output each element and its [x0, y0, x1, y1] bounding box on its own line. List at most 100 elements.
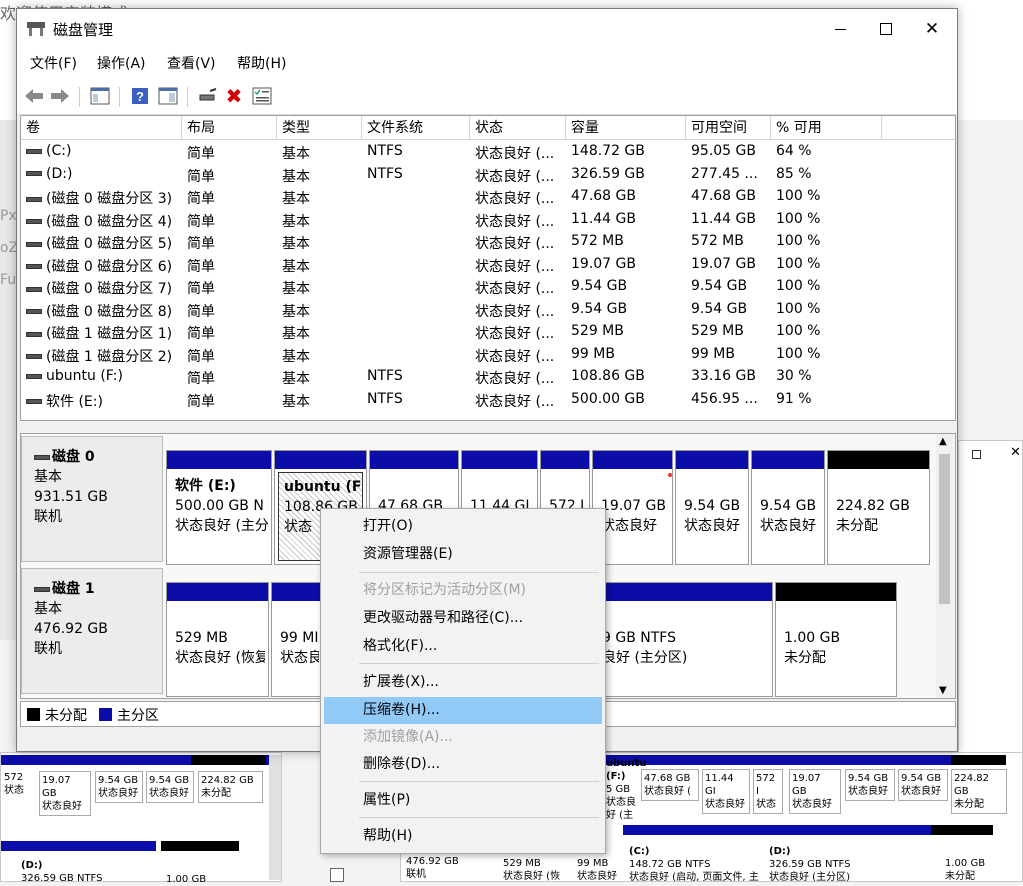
volume-drive-icon — [26, 399, 42, 404]
volume-name-cell: (磁盘 0 磁盘分区 5) — [26, 233, 181, 253]
context-menu-item[interactable]: 删除卷(D)... — [324, 751, 602, 778]
background-part: 99 MB 状态良好 — [577, 858, 617, 882]
table-row[interactable]: (磁盘 1 磁盘分区 2) 简单 基本 状态良好 (... 99 MB 99 MB 100 … — [21, 344, 955, 367]
volume-name-cell: (磁盘 0 磁盘分区 6) — [26, 256, 181, 276]
disk-0-size: 931.51 GB — [34, 489, 108, 505]
partition-line2: 状态良好 — [760, 518, 816, 534]
volume-drive-icon — [26, 148, 42, 154]
disk-1-partition[interactable]: 1.00 GB 未分配 — [775, 582, 897, 697]
background-part: 224.82 GB 未分配 — [951, 769, 1007, 814]
volume-type: 基本 — [282, 303, 310, 320]
graph-vertical-scrollbar[interactable]: ▲ ▼ — [936, 434, 953, 698]
svg-text:?: ? — [136, 89, 144, 104]
background-window-left — [0, 120, 17, 640]
background-part: (D:) 326.59 GB NTFS 状态良好 (主分区) — [769, 846, 851, 883]
back-button[interactable] — [23, 85, 45, 107]
table-row[interactable]: 软件 (E:) 简单 基本 NTFS 状态良好 (... 500.00 GB 456.95 … — [21, 389, 955, 412]
table-row[interactable]: (磁盘 0 磁盘分区 6) 简单 基本 状态良好 (... 19.07 GB 19.07 … — [21, 254, 955, 277]
primary-partition-bar — [541, 451, 589, 469]
volume-percent-free: 30 % — [776, 368, 812, 384]
volume-free-space: 47.68 GB — [691, 188, 756, 204]
column-header-volume[interactable]: 卷 — [21, 116, 182, 140]
volume-filesystem: NTFS — [367, 143, 403, 159]
column-header-free-space[interactable]: 可用空间 — [686, 116, 771, 140]
properties-button[interactable] — [251, 85, 273, 107]
volume-layout: 简单 — [187, 281, 215, 297]
scroll-down-arrow-icon[interactable]: ▼ — [939, 685, 947, 696]
volume-list: 卷 布局 类型 文件系统 状态 容量 可用空间 % 可用 (C:) 简单 基本 NTF… — [20, 115, 956, 421]
disk-0-partition[interactable]: 9.54 GB 状态良好 — [675, 450, 749, 565]
table-row[interactable]: (D:) 简单 基本 NTFS 状态良好 (... 326.59 GB 277.45 ...… — [21, 164, 955, 187]
table-row[interactable]: ubuntu (F:) 简单 基本 NTFS 状态良好 (... 108.86 GB 33.… — [21, 366, 955, 389]
background-part: 1.00 GB 未分配 — [945, 858, 986, 882]
column-header-type[interactable]: 类型 — [277, 116, 362, 140]
forward-button[interactable] — [49, 85, 71, 107]
scroll-up-arrow-icon[interactable]: ▲ — [939, 436, 947, 447]
disk-0-partition[interactable]: 224.82 GB 未分配 — [827, 450, 930, 565]
table-row[interactable]: (磁盘 0 磁盘分区 7) 简单 基本 状态良好 (... 9.54 GB 9.54 GB… — [21, 276, 955, 299]
connect-disk-button[interactable] — [197, 85, 219, 107]
title-bar[interactable]: 磁盘管理 ✕ — [17, 9, 957, 49]
primary-partition-bar — [167, 451, 271, 469]
menu-view[interactable]: 查看(V) — [167, 53, 216, 73]
background-side-letter: Fu — [0, 272, 17, 288]
column-header-capacity[interactable]: 容量 — [566, 116, 686, 140]
table-row[interactable]: (C:) 简单 基本 NTFS 状态良好 (... 148.72 GB 95.05 GB 64… — [21, 141, 955, 164]
volume-status: 状态良好 (... — [475, 258, 555, 275]
partition-line1: 99 MI — [280, 630, 319, 646]
volume-capacity: 9.54 GB — [571, 278, 628, 294]
partition-name — [684, 476, 740, 496]
menu-help[interactable]: 帮助(H) — [237, 53, 286, 73]
properties-view-button[interactable] — [157, 85, 179, 107]
volume-percent-free: 100 % — [776, 300, 821, 317]
volume-capacity: 11.44 GB — [571, 210, 636, 227]
unallocated-bar — [776, 583, 896, 601]
table-row[interactable]: (磁盘 0 磁盘分区 3) 简单 基本 状态良好 (... 47.68 GB 47.68 … — [21, 186, 955, 209]
context-menu-item[interactable]: 压缩卷(H)... — [324, 697, 602, 724]
disk-0-info[interactable]: 磁盘 0 基本 931.51 GB 联机 — [21, 436, 163, 562]
delete-button[interactable]: ✖ — [223, 85, 245, 107]
context-menu-item[interactable]: 帮助(H) — [324, 823, 602, 850]
context-menu-item[interactable]: 扩展卷(X)... — [324, 669, 602, 696]
close-button[interactable]: ✕ — [909, 9, 955, 49]
toolbar-separator — [119, 87, 120, 107]
menu-action[interactable]: 操作(A) — [97, 53, 146, 73]
context-menu-item[interactable]: 属性(P) — [324, 787, 602, 814]
table-row[interactable]: (磁盘 1 磁盘分区 1) 简单 基本 状态良好 (... 529 MB 529 MB 10… — [21, 321, 955, 344]
disk-0-partition[interactable]: 9.54 GB 状态良好 — [751, 450, 825, 565]
maximize-button[interactable] — [863, 9, 909, 49]
partition-name — [760, 476, 816, 496]
volume-layout: 简单 — [187, 348, 215, 365]
disk-0-partition[interactable]: 软件 (E:) 500.00 GB N 状态良好 (主分 — [166, 450, 272, 565]
primary-partition-bar — [167, 583, 268, 601]
volume-filesystem: NTFS — [367, 165, 403, 182]
volume-free-space: 9.54 GB — [691, 278, 748, 294]
context-menu-item[interactable]: 打开(O) — [324, 513, 602, 540]
partition-line2: 未分配 — [836, 518, 878, 534]
scroll-thumb[interactable] — [939, 454, 950, 604]
table-row[interactable]: (磁盘 0 磁盘分区 8) 简单 基本 状态良好 (... 9.54 GB 9.54 GB… — [21, 299, 955, 322]
volume-status: 状态良好 (... — [475, 213, 555, 230]
partition-line2: 状态良好 — [684, 518, 740, 534]
show-hide-console-tree-button[interactable] — [89, 85, 111, 107]
minimize-button[interactable] — [817, 9, 863, 49]
partition-body: 9.54 GB 状态良好 — [679, 472, 745, 561]
context-menu-item[interactable]: 更改驱动器号和路径(C)... — [324, 605, 602, 632]
column-header-filesystem[interactable]: 文件系统 — [362, 116, 470, 140]
column-header-status[interactable]: 状态 — [470, 116, 566, 140]
disk-1-partition[interactable]: 99 MI 状态良 — [271, 582, 323, 697]
disk-1-partition[interactable]: 529 MB 状态良好 (恢复 — [166, 582, 269, 697]
menu-file[interactable]: 文件(F) — [30, 53, 77, 73]
help-button[interactable]: ? — [129, 85, 151, 107]
context-menu-item[interactable]: 格式化(F)... — [324, 633, 602, 660]
column-header-percent-free[interactable]: % 可用 — [771, 116, 882, 140]
disk-1-info[interactable]: 磁盘 1 基本 476.92 GB 联机 — [21, 568, 163, 694]
table-row[interactable]: (磁盘 0 磁盘分区 5) 简单 基本 状态良好 (... 572 MB 572 MB 10… — [21, 231, 955, 254]
volume-name: (D:) — [46, 165, 73, 182]
context-menu-item[interactable]: 资源管理器(E) — [324, 541, 602, 568]
table-row[interactable]: (磁盘 0 磁盘分区 4) 简单 基本 状态良好 (... 11.44 GB 11.44 … — [21, 209, 955, 232]
disk-icon — [34, 454, 50, 460]
column-header-filler — [882, 116, 955, 140]
context-menu-separator — [359, 817, 599, 818]
column-header-layout[interactable]: 布局 — [182, 116, 277, 140]
